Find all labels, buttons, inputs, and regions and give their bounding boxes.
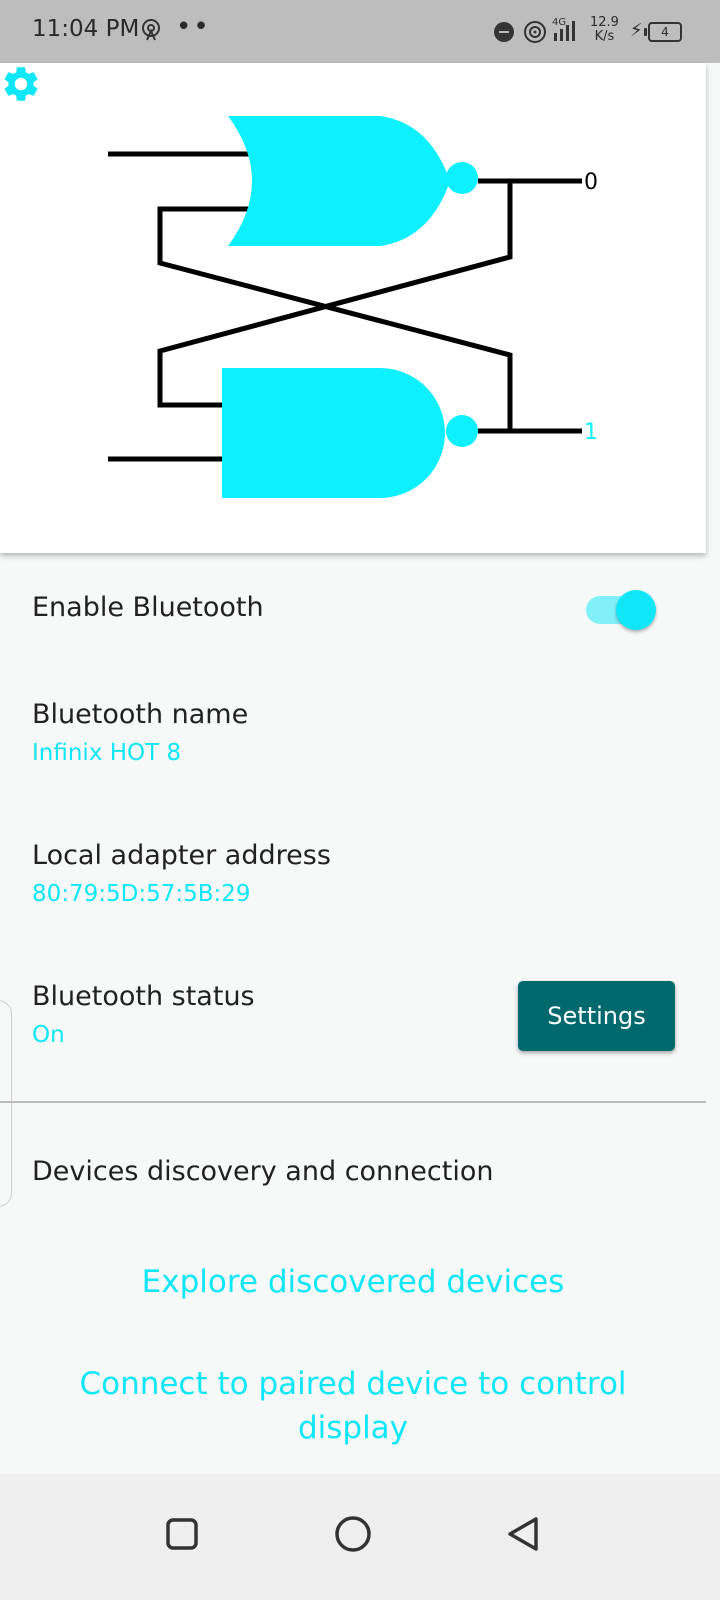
section-divider [0,1101,706,1103]
settings-button[interactable]: Settings [518,981,675,1051]
latch-diagram: 0 1 [0,63,706,553]
enable-bluetooth-label: Enable Bluetooth [32,592,264,623]
adapter-address-value: 80:79:5D:57:5B:29 [32,881,251,907]
toggle-thumb [616,590,656,630]
speed-value: 12.9 [590,15,619,30]
status-bar: 11:04 PM •• 4G 12.9 K/s ⚡ 4 [0,0,720,63]
edge-card [0,1000,12,1207]
connect-link-line1: Connect to paired device to control [79,1366,627,1402]
hotspot-icon [140,18,162,46]
gear-icon[interactable] [0,63,42,105]
q-output-label: 0 [584,170,598,195]
bluetooth-name-value: Infinix HOT 8 [32,740,182,766]
charging-icon: ⚡ [630,20,643,41]
status-time: 11:04 PM [32,16,140,42]
explore-devices-link[interactable]: Explore discovered devices [0,1260,706,1304]
home-circle-icon[interactable] [323,1504,383,1564]
nand-gate-icon [222,368,478,498]
connect-paired-device-link[interactable]: Connect to paired device to control disp… [0,1362,706,1450]
bluetooth-status-label: Bluetooth status [32,981,255,1012]
connect-link-line2: display [297,1410,409,1446]
bluetooth-status-value: On [32,1022,65,1048]
back-triangle-icon[interactable] [494,1504,554,1564]
navigation-bar [0,1474,720,1600]
speed-unit: K/s [594,29,615,44]
nor-gate-icon [228,116,478,246]
bluetooth-name-label: Bluetooth name [32,699,249,730]
adapter-address-label: Local adapter address [32,840,331,871]
qbar-output-label: 1 [584,420,598,445]
network-speed: 12.9 K/s [590,16,619,44]
status-dots: •• [176,12,211,42]
dnd-icon [494,22,514,42]
wifi-icon [522,18,548,48]
sr-latch-svg: 0 1 [108,116,598,498]
signal-icon: 4G [552,15,582,49]
devices-section-title: Devices discovery and connection [32,1156,494,1187]
network-type-label: 4G [552,17,566,28]
battery-icon: 4 [644,22,682,42]
enable-bluetooth-toggle[interactable] [584,590,658,630]
recents-square-icon[interactable] [152,1504,212,1564]
